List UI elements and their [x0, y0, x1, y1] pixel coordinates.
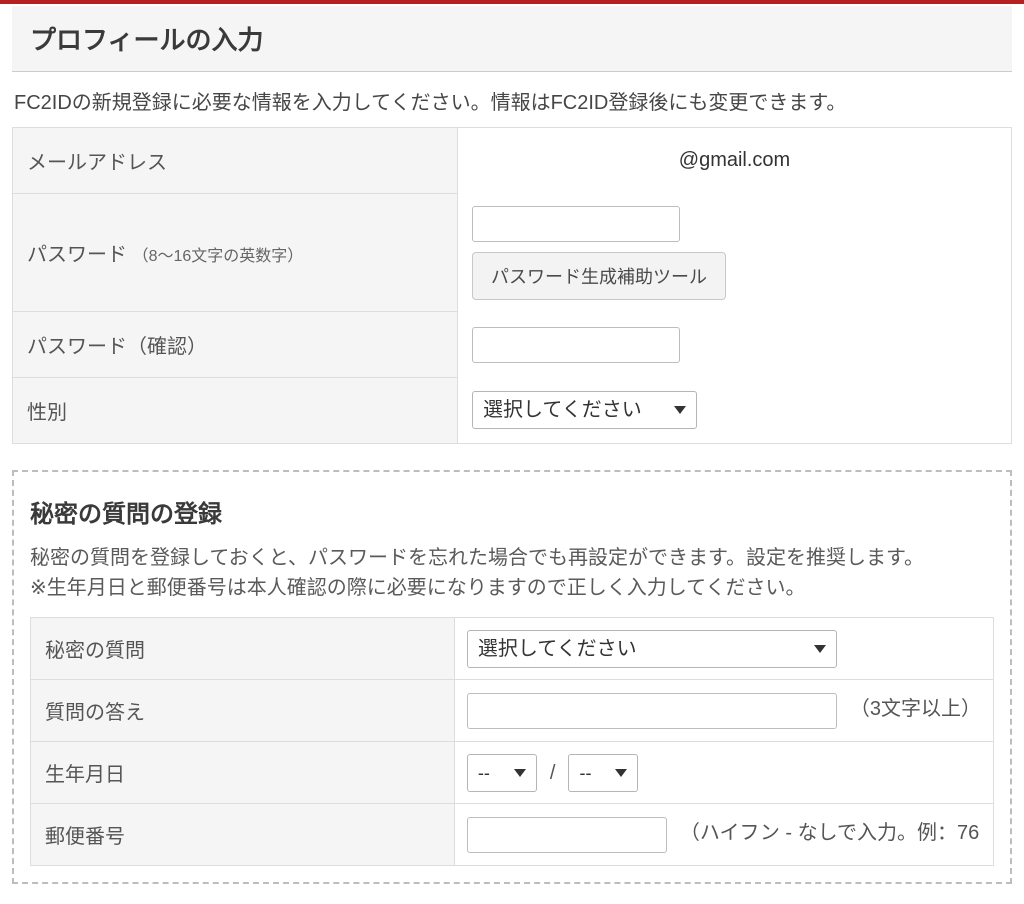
profile-intro: FC2IDの新規登録に必要な情報を入力してください。情報はFC2ID登録後にも変… [14, 86, 1012, 115]
email-value: @gmail.com [472, 149, 997, 172]
password-hint: （8～16文字の英数字） [133, 248, 304, 265]
label-password-confirm: パスワード（確認） [13, 312, 458, 378]
gender-select[interactable]: 選択してください [472, 391, 697, 429]
label-secret-answer: 質問の答え [31, 680, 455, 742]
birth-month-select[interactable]: -- [467, 754, 537, 792]
password-confirm-input[interactable] [472, 327, 680, 363]
secret-question-select[interactable]: 選択してください [467, 630, 837, 668]
postal-input[interactable] [467, 817, 667, 853]
label-secret-question: 秘密の質問 [31, 618, 455, 680]
profile-form-table: メールアドレス @gmail.com パスワード （8～16文字の英数字） パス… [12, 127, 1012, 444]
postal-note: （ハイフン - なしで入力。例：76 [680, 822, 979, 844]
secret-form-table: 秘密の質問 選択してください 質問の答え （3文字以上） 生年月日 [30, 617, 994, 866]
password-generator-button[interactable]: パスワード生成補助ツール [472, 252, 726, 300]
secret-answer-note: （3文字以上） [850, 698, 981, 720]
label-postal: 郵便番号 [31, 804, 455, 866]
secret-answer-input[interactable] [467, 693, 837, 729]
secret-description: 秘密の質問を登録しておくと、パスワードを忘れた場合でも再設定ができます。設定を推… [30, 543, 994, 603]
password-input[interactable] [472, 206, 680, 242]
label-gender: 性別 [13, 378, 458, 444]
section-title-secret: 秘密の質問の登録 [30, 494, 994, 529]
birth-day-select[interactable]: -- [568, 754, 638, 792]
label-password: パスワード （8～16文字の英数字） [13, 194, 458, 312]
label-birthdate: 生年月日 [31, 742, 455, 804]
label-email: メールアドレス [13, 128, 458, 194]
date-separator: / [550, 762, 556, 785]
section-title-profile: プロフィールの入力 [12, 6, 1012, 72]
secret-question-section: 秘密の質問の登録 秘密の質問を登録しておくと、パスワードを忘れた場合でも再設定が… [12, 470, 1012, 884]
